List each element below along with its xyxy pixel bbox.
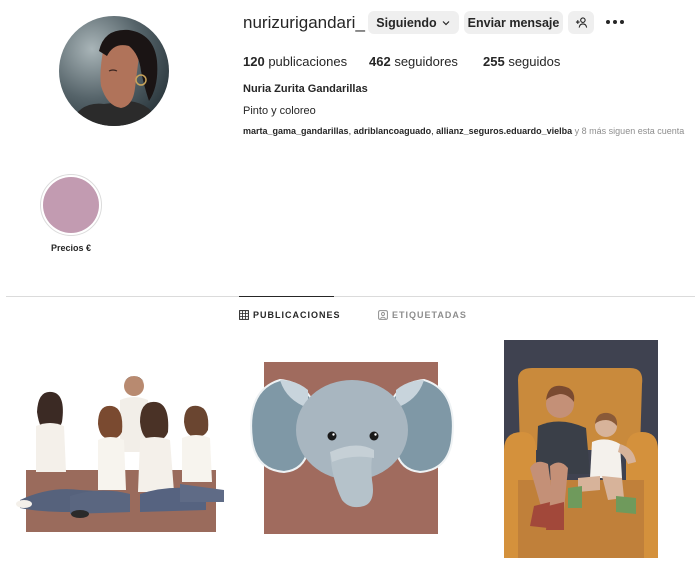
following-stat[interactable]: 255 seguidos (483, 54, 560, 69)
following-button-label: Siguiendo (376, 15, 437, 30)
story-highlight[interactable] (40, 174, 102, 236)
highlight-cover (43, 177, 99, 233)
send-message-label: Enviar mensaje (467, 15, 560, 30)
follower-link[interactable]: marta_gama_gandarillas (243, 126, 349, 136)
elephant-illustration-image (246, 360, 458, 538)
chevron-down-icon (442, 20, 450, 25)
followed-by-line[interactable]: marta_gama_gandarillas, adriblancoaguado… (243, 126, 684, 136)
posts-count: 120 (243, 54, 265, 69)
tab-publicaciones[interactable]: PUBLICACIONES (239, 310, 341, 320)
profile-avatar[interactable] (59, 16, 169, 126)
follower-link[interactable]: allianz_seguros.eduardo_vielba (436, 126, 572, 136)
profile-bio: Pinto y coloreo (243, 105, 316, 117)
family-illustration-image (10, 362, 232, 538)
tab-etiquetadas[interactable]: ETIQUETADAS (378, 310, 467, 320)
posts-label: publicaciones (268, 54, 348, 69)
tab-label: ETIQUETADAS (392, 310, 467, 320)
post-family-illustration[interactable] (10, 362, 232, 538)
post-elephant-illustration[interactable] (246, 360, 458, 538)
followers-label: seguidores (394, 54, 458, 69)
followers-stat[interactable]: 462 seguidores (369, 54, 458, 69)
follower-link[interactable]: adriblancoaguado (354, 126, 432, 136)
more-options-button[interactable] (604, 14, 626, 30)
tab-label: PUBLICACIONES (253, 310, 341, 320)
following-label: seguidos (508, 54, 561, 69)
following-button[interactable]: Siguiendo (368, 11, 459, 34)
followers-count: 462 (369, 54, 391, 69)
add-user-icon (575, 17, 587, 28)
active-tab-indicator (239, 296, 334, 297)
post-children-armchair-illustration[interactable] (504, 340, 658, 558)
profile-username: nurizurigandari_ (243, 13, 365, 32)
tagged-icon (378, 310, 388, 320)
send-message-button[interactable]: Enviar mensaje (464, 11, 563, 34)
more-dot (613, 20, 617, 24)
suggest-accounts-button[interactable] (568, 11, 594, 34)
grid-icon (239, 310, 249, 320)
following-count: 255 (483, 54, 505, 69)
profile-full-name: Nuria Zurita Gandarillas (243, 83, 368, 95)
more-dot (606, 20, 610, 24)
posts-stat: 120 publicaciones (243, 54, 347, 69)
tabs-divider (6, 296, 695, 297)
followed-by-more: y 8 más siguen esta cuenta (572, 126, 685, 136)
highlight-label: Precios € (50, 243, 92, 253)
children-armchair-illustration-image (504, 340, 658, 558)
more-dot (620, 20, 624, 24)
